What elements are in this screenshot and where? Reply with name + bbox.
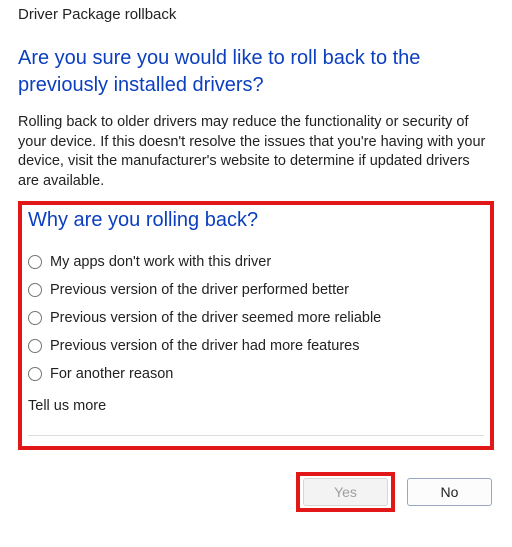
reason-radio-another[interactable] — [28, 367, 42, 381]
main-heading: Are you sure you would like to roll back… — [18, 31, 494, 107]
dialog-window: Driver Package rollback Are you sure you… — [0, 0, 512, 524]
reason-section-highlight: Why are you rolling back? My apps don't … — [18, 201, 494, 450]
yes-button-highlight: Yes — [296, 472, 395, 512]
no-button[interactable]: No — [407, 478, 492, 506]
reason-option-apps[interactable]: My apps don't work with this driver — [28, 248, 484, 276]
tell-us-label: Tell us more — [28, 388, 484, 418]
tell-us-input[interactable] — [28, 418, 484, 436]
reason-radio-more-features[interactable] — [28, 339, 42, 353]
reason-radio-performed-better[interactable] — [28, 283, 42, 297]
reason-radio-apps[interactable] — [28, 255, 42, 269]
reason-option-more-features[interactable]: Previous version of the driver had more … — [28, 332, 484, 360]
reason-label: Previous version of the driver performed… — [50, 282, 349, 298]
reason-option-more-reliable[interactable]: Previous version of the driver seemed mo… — [28, 304, 484, 332]
yes-button[interactable]: Yes — [303, 478, 388, 506]
dialog-button-row: Yes No — [18, 450, 494, 512]
reason-label: For another reason — [50, 366, 173, 382]
reason-label: Previous version of the driver seemed mo… — [50, 310, 381, 326]
reason-option-performed-better[interactable]: Previous version of the driver performed… — [28, 276, 484, 304]
description-text: Rolling back to older drivers may reduce… — [18, 107, 494, 197]
reason-label: My apps don't work with this driver — [50, 254, 271, 270]
reason-option-another[interactable]: For another reason — [28, 360, 484, 388]
reason-heading: Why are you rolling back? — [28, 207, 484, 248]
window-title: Driver Package rollback — [18, 0, 494, 31]
reason-radio-more-reliable[interactable] — [28, 311, 42, 325]
reason-label: Previous version of the driver had more … — [50, 338, 359, 354]
